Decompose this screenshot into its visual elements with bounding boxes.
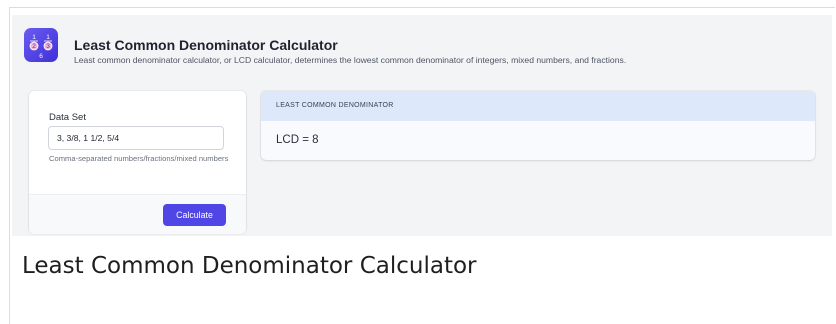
page-heading: Least Common Denominator Calculator [22,253,477,279]
result-header: LEAST COMMON DENOMINATOR [261,91,815,121]
result-card: LEAST COMMON DENOMINATOR LCD = 8 [261,91,815,160]
logo-digit: 1 [32,34,36,41]
data-set-input[interactable] [48,126,224,150]
calculator-description: Least common denominator calculator, or … [74,55,627,65]
input-card: Data Set Comma-separated numbers/fractio… [29,91,246,234]
logo-digit: 1 [46,34,50,41]
data-set-hint: Comma-separated numbers/fractions/mixed … [49,154,229,163]
result-header-label: LEAST COMMON DENOMINATOR [276,102,394,109]
lcd-result: LCD = 8 [276,134,319,146]
calculate-button[interactable]: Calculate [163,204,226,226]
logo-digit: 6 [39,53,43,60]
input-card-footer: Calculate [29,194,246,234]
calculator-app: 1 2 1 3 6 Least Common Denominator Calcu… [12,15,832,236]
logo-digit: 3 [46,43,50,50]
logo-digit: 2 [32,43,36,50]
data-set-label: Data Set [49,112,86,123]
calculator-title: Least Common Denominator Calculator [74,37,338,53]
fraction-denominator-logo-icon: 1 2 1 3 6 [24,28,58,62]
